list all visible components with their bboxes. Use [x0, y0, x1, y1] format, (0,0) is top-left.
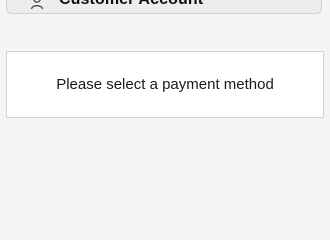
- customer-account-label: Customer Account: [59, 0, 203, 9]
- customer-account-button[interactable]: Customer Account: [6, 0, 322, 14]
- payment-method-message: Please select a payment method: [56, 76, 274, 93]
- payment-method-notice: Please select a payment method: [6, 51, 324, 118]
- user-icon: [29, 0, 47, 11]
